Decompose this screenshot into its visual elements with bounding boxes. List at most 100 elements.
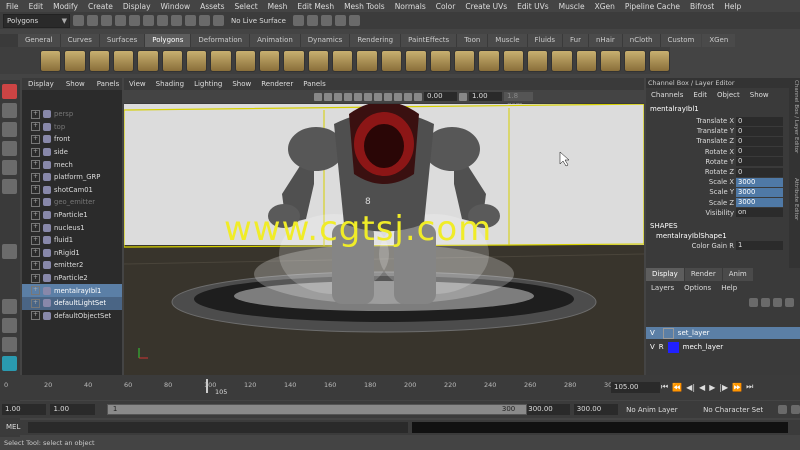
attr-value[interactable]: 0 [736,157,783,167]
side-tab-attribute-editor[interactable]: Attribute Editor [790,178,799,268]
shelf-tool-icon[interactable] [405,49,427,72]
shelf-tool-icon[interactable] [283,49,305,72]
resolution-gate-icon[interactable] [404,92,412,101]
shelf-tool-icon[interactable] [113,49,135,72]
shelf-tab-xgen[interactable]: XGen [702,34,736,47]
menu-display[interactable]: Display [123,2,151,11]
viewport-menu-panels[interactable]: Panels [303,78,326,90]
snap-point-icon[interactable] [185,15,196,26]
exposure-field[interactable]: 0.00 [424,92,457,101]
outliner-item[interactable]: + top [22,121,122,134]
shelf-tool-icon[interactable] [526,49,549,72]
step-forward-icon[interactable]: ⏩ [732,383,742,392]
shelf-tool-icon[interactable] [551,49,573,72]
expand-icon[interactable]: + [31,160,40,170]
expand-icon[interactable]: + [31,223,40,233]
expand-icon[interactable]: + [31,147,40,157]
outliner-menu-display[interactable]: Display [28,78,54,90]
current-time-marker[interactable] [206,379,208,393]
command-language-label[interactable]: MEL [6,423,20,431]
shelf-tab-muscle[interactable]: Muscle [488,34,527,47]
outliner-item[interactable]: + shotCam01 [22,184,122,197]
snap-curve-icon[interactable] [171,15,182,26]
menu-xgen[interactable]: XGen [595,2,615,11]
expand-icon[interactable]: + [31,248,40,258]
attr-row-visibility[interactable]: Visibility on [646,208,800,218]
playback-start-field[interactable]: 1.00 [50,404,95,415]
layer-tab-display[interactable]: Display [646,268,684,281]
outliner-item[interactable]: + defaultLightSet [22,296,122,310]
shelf-tab-general[interactable]: General [18,34,60,47]
expand-icon[interactable]: + [31,273,40,283]
attr-row-translate-x[interactable]: Translate X0 [646,116,800,126]
shelf-tool-icon[interactable] [137,49,159,72]
shelf-tab-fur[interactable]: Fur [562,34,588,47]
rotate-tool-icon[interactable] [2,160,17,175]
shelf-tab-deformation[interactable]: Deformation [191,34,250,47]
outliner-item[interactable]: + mech [22,158,122,171]
camera-icon[interactable] [314,92,322,101]
attr-value[interactable]: 3000 [736,177,783,187]
gamma-icon[interactable] [459,92,467,101]
history-icon[interactable] [292,15,304,26]
snap-view-icon[interactable] [199,15,210,26]
attr-row-translate-z[interactable]: Translate Z0 [646,136,800,146]
viewport-panel[interactable]: View Shading Lighting Show Renderer Panels 0.… [124,78,644,375]
attr-row-scale-y[interactable]: Scale Y 3000 [646,187,800,197]
smooth-shade-icon[interactable] [334,92,342,101]
range-slider[interactable]: 1 300 [106,404,527,415]
xray-icon[interactable] [384,92,392,101]
menu-mesh[interactable]: Mesh [268,2,288,11]
outliner-menu-panels[interactable]: Panels [97,78,120,90]
viewport-menu-renderer[interactable]: Renderer [261,78,293,90]
channel-menu-edit[interactable]: Edit [693,88,707,102]
shelf-tool-icon[interactable] [88,49,111,72]
shelf-tool-icon[interactable] [186,49,208,72]
select-object-icon[interactable] [129,15,140,26]
wireframe-icon[interactable] [324,92,332,101]
outliner-item[interactable]: + front [22,133,122,146]
menu-file[interactable]: File [6,2,19,11]
isolate-icon[interactable] [374,92,382,101]
shelf-tab-curves[interactable]: Curves [60,34,99,47]
menu-modify[interactable]: Modify [53,2,78,11]
range-handle[interactable] [106,404,527,415]
layer-tab-anim[interactable]: Anim [722,268,753,281]
attr-row-translate-y[interactable]: Translate Y0 [646,126,800,136]
viewport-menu-lighting[interactable]: Lighting [194,78,222,90]
step-forward-frame-icon[interactable]: |▶ [719,383,728,392]
shelf-tool-icon[interactable] [307,49,330,72]
outliner-item[interactable]: + persp [22,108,122,121]
save-scene-icon[interactable] [101,15,112,26]
live-surface-label[interactable]: No Live Surface [227,17,290,25]
menu-assets[interactable]: Assets [200,2,224,11]
shelf-tab-polygons[interactable]: Polygons [145,34,191,47]
ipr-render-icon[interactable] [334,15,346,26]
layer-color-swatch[interactable] [662,327,674,339]
attr-row-rotate-y[interactable]: Rotate Y0 [646,157,800,167]
expand-icon[interactable]: + [31,109,40,119]
shelf-tool-icon[interactable] [575,49,597,72]
anim-layer-dropdown[interactable]: No Anim Layer [622,406,699,414]
layer-visible-toggle[interactable]: V [650,343,655,351]
menu-edit[interactable]: Edit [29,2,44,11]
channel-menu-object[interactable]: Object [717,88,740,102]
shelf-tool-icon[interactable] [478,49,500,72]
new-scene-icon[interactable] [73,15,84,26]
time-slider[interactable]: 0204060801001201401601802002202402602803… [0,375,800,400]
menu-normals[interactable]: Normals [395,2,426,11]
paint-select-tool-icon[interactable] [2,122,17,137]
outliner-item[interactable]: + fluid1 [22,234,122,247]
shelf-tool-icon[interactable] [429,49,451,72]
shelf-tab-painteffects[interactable]: PaintEffects [401,34,457,47]
layer-tab-render[interactable]: Render [684,268,722,281]
snap-grid-icon[interactable] [157,15,168,26]
expand-icon[interactable]: + [31,298,40,308]
attr-value[interactable]: 0 [736,167,783,177]
expand-icon[interactable]: + [31,311,40,321]
shelf-tab-surfaces[interactable]: Surfaces [99,34,145,47]
command-input[interactable] [28,422,408,433]
shelf-tab-custom[interactable]: Custom [660,34,702,47]
menu-select[interactable]: Select [235,2,258,11]
layout-single-icon[interactable] [2,299,17,314]
